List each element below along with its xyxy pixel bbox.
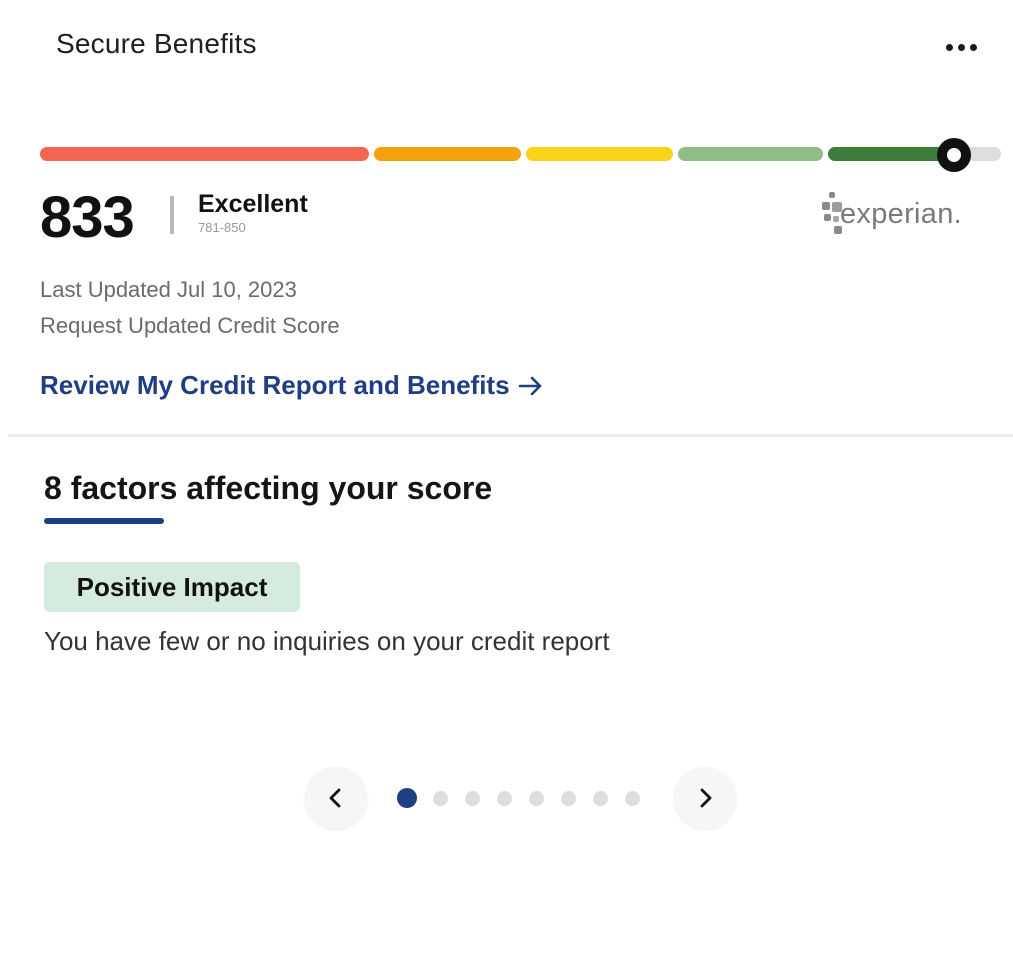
last-updated-text: Last Updated Jul 10, 2023	[40, 277, 297, 302]
factor-description: You have few or no inquiries on your cre…	[44, 626, 610, 656]
pager-dot[interactable]	[625, 791, 640, 806]
review-credit-report-link[interactable]: Review My Credit Report and Benefits	[40, 370, 544, 401]
pager-dot[interactable]	[497, 791, 512, 806]
more-horizontal-icon	[945, 43, 953, 51]
arrow-right-icon	[518, 376, 541, 395]
pager-dot[interactable]	[397, 788, 417, 808]
score-segment-good	[526, 147, 673, 161]
factors-heading-underline	[44, 518, 164, 524]
factor-pager	[397, 788, 647, 808]
score-segment-very-good	[678, 147, 823, 161]
score-rating: Excellent	[198, 190, 308, 218]
score-segment-excellent	[828, 147, 948, 161]
credit-score-value: 833	[40, 185, 135, 250]
experian-wordmark: experian.	[840, 198, 962, 230]
review-link-label: Review My Credit Report and Benefits	[40, 370, 510, 400]
pager-dot[interactable]	[433, 791, 448, 806]
score-segment-poor	[40, 147, 369, 161]
pager-dot[interactable]	[593, 791, 608, 806]
score-rating-range: 781-850	[198, 220, 246, 235]
impact-badge: Positive Impact	[44, 562, 300, 612]
credit-score-card: Secure Benefits 833 Excellent 781-850 ex…	[0, 0, 1013, 970]
more-options-button[interactable]	[938, 32, 984, 62]
request-update-link[interactable]: Request Updated Credit Score	[40, 313, 340, 339]
score-range-bar	[40, 147, 1001, 161]
card-title: Secure Benefits	[56, 28, 257, 59]
score-segment-fair	[374, 147, 521, 161]
next-factor-button[interactable]	[674, 767, 736, 829]
previous-factor-button[interactable]	[305, 767, 367, 829]
section-divider	[8, 434, 1013, 437]
pager-dot[interactable]	[561, 791, 576, 806]
score-divider	[170, 196, 174, 234]
pager-dot[interactable]	[529, 791, 544, 806]
pager-dot[interactable]	[465, 791, 480, 806]
factors-heading: 8 factors affecting your score	[44, 470, 493, 506]
chevron-right-icon	[700, 788, 712, 808]
experian-logo: experian.	[822, 190, 967, 238]
chevron-left-icon	[329, 788, 341, 808]
score-marker-icon	[937, 138, 971, 172]
